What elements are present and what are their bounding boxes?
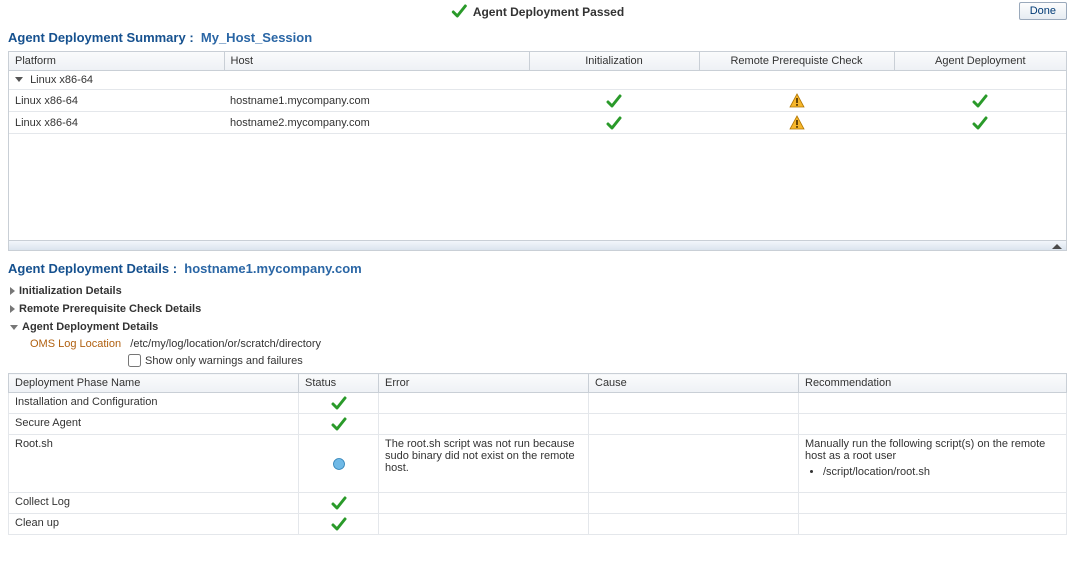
col-status[interactable]: Status [299, 374, 379, 393]
chevron-right-icon [10, 305, 15, 313]
details-row: Root.sh The root.sh script was not run b… [9, 435, 1067, 493]
summary-row[interactable]: Linux x86-64 hostname2.mycompany.com [9, 112, 1066, 134]
phase-recommendation [799, 514, 1067, 535]
rec-text: Manually run the following script(s) on … [805, 438, 1045, 462]
phase-recommendation: Manually run the following script(s) on … [799, 435, 1067, 493]
show-only-warnings-checkbox[interactable] [128, 354, 141, 367]
summary-header-row: Platform Host Initialization Remote Prer… [9, 52, 1066, 71]
details-row: Clean up [9, 514, 1067, 535]
summary-title-prefix: Agent Deployment Summary : [8, 30, 194, 45]
oms-log-path: /etc/my/log/location/or/scratch/director… [130, 338, 321, 350]
phase-cause [589, 514, 799, 535]
status-banner: Agent Deployment Passed [451, 4, 624, 19]
phase-name: Collect Log [9, 493, 299, 514]
col-error[interactable]: Error [379, 374, 589, 393]
check-icon [972, 94, 988, 108]
phase-name: Installation and Configuration [9, 393, 299, 414]
details-title-prefix: Agent Deployment Details : [8, 261, 177, 276]
group-platform-label: Linux x86-64 [30, 74, 93, 86]
col-agent-deployment[interactable]: Agent Deployment [894, 52, 1066, 71]
phase-error [379, 493, 589, 514]
row-host: hostname2.mycompany.com [224, 112, 529, 134]
summary-session-name: My_Host_Session [201, 30, 312, 45]
chevron-right-icon [10, 287, 15, 295]
col-initialization[interactable]: Initialization [529, 52, 699, 71]
row-platform: Linux x86-64 [9, 112, 224, 134]
tree-collapse-icon[interactable] [15, 77, 23, 82]
resize-handle[interactable] [8, 241, 1067, 251]
check-icon [331, 517, 347, 531]
row-host: hostname1.mycompany.com [224, 90, 529, 112]
phase-error [379, 393, 589, 414]
col-cause[interactable]: Cause [589, 374, 799, 393]
check-icon [331, 496, 347, 510]
phase-cause [589, 493, 799, 514]
filter-label: Show only warnings and failures [145, 355, 303, 367]
phase-recommendation [799, 493, 1067, 514]
top-bar: Agent Deployment Passed Done [0, 0, 1075, 26]
details-header-row: Deployment Phase Name Status Error Cause… [9, 374, 1067, 393]
phase-recommendation [799, 414, 1067, 435]
phase-name: Root.sh [9, 435, 299, 493]
col-host[interactable]: Host [224, 52, 529, 71]
phase-name: Secure Agent [9, 414, 299, 435]
details-title: Agent Deployment Details : hostname1.myc… [8, 257, 1067, 282]
phase-error [379, 514, 589, 535]
check-icon [331, 396, 347, 410]
expander-deployment[interactable]: Agent Deployment Details [8, 318, 1067, 336]
oms-log-label: OMS Log Location [30, 338, 121, 350]
expander-label: Initialization Details [19, 285, 122, 297]
details-hostname: hostname1.mycompany.com [184, 261, 361, 276]
col-recommendation[interactable]: Recommendation [799, 374, 1067, 393]
check-icon [606, 94, 622, 108]
phase-cause [589, 435, 799, 493]
details-table: Deployment Phase Name Status Error Cause… [8, 373, 1067, 535]
phase-name: Clean up [9, 514, 299, 535]
chevron-down-icon [10, 325, 18, 330]
warning-icon [789, 93, 805, 108]
phase-recommendation [799, 393, 1067, 414]
col-phase[interactable]: Deployment Phase Name [9, 374, 299, 393]
phase-error [379, 414, 589, 435]
expander-prereq[interactable]: Remote Prerequisite Check Details [8, 300, 1067, 318]
done-button[interactable]: Done [1019, 2, 1067, 20]
warning-icon [789, 115, 805, 130]
expander-label: Remote Prerequisite Check Details [19, 303, 201, 315]
filter-row: Show only warnings and failures [8, 352, 1067, 371]
phase-cause [589, 414, 799, 435]
check-icon [331, 417, 347, 431]
summary-row[interactable]: Linux x86-64 hostname1.mycompany.com [9, 90, 1066, 112]
summary-title: Agent Deployment Summary : My_Host_Sessi… [0, 26, 1075, 51]
details-row: Collect Log [9, 493, 1067, 514]
oms-log-line: OMS Log Location /etc/my/log/location/or… [8, 336, 1067, 352]
summary-group-row[interactable]: Linux x86-64 [9, 71, 1066, 90]
details-row: Installation and Configuration [9, 393, 1067, 414]
rec-script: /script/location/root.sh [823, 466, 1060, 478]
status-banner-text: Agent Deployment Passed [473, 5, 624, 19]
phase-error: The root.sh script was not run because s… [379, 435, 589, 493]
info-icon [331, 456, 347, 472]
row-platform: Linux x86-64 [9, 90, 224, 112]
check-icon [972, 116, 988, 130]
details-row: Secure Agent [9, 414, 1067, 435]
check-icon [451, 4, 467, 19]
expander-initialization[interactable]: Initialization Details [8, 282, 1067, 300]
col-platform[interactable]: Platform [9, 52, 224, 71]
check-icon [606, 116, 622, 130]
phase-cause [589, 393, 799, 414]
summary-table: Platform Host Initialization Remote Prer… [9, 52, 1066, 134]
col-remote-prereq[interactable]: Remote Prerequiste Check [699, 52, 894, 71]
summary-table-container: Platform Host Initialization Remote Prer… [8, 51, 1067, 241]
expander-label: Agent Deployment Details [22, 321, 158, 333]
